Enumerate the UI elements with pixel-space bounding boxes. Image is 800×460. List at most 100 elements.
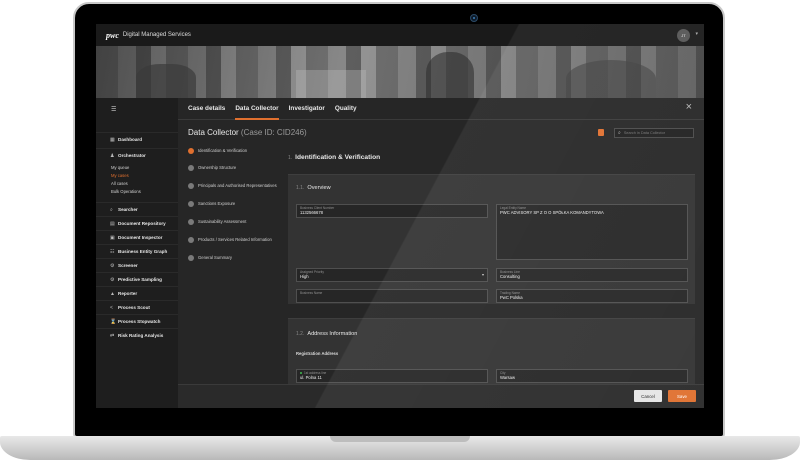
app-screen: pwc Digital Managed Services JT ▾ ☰ ▦ Da… bbox=[96, 24, 704, 408]
export-icon[interactable] bbox=[598, 129, 604, 136]
sidebar-item-predictive-sampling[interactable]: ⚙ Predictive Sampling bbox=[96, 272, 178, 286]
sidebar-item-business-entity-graph[interactable]: ☷ Business Entity Graph bbox=[96, 244, 178, 258]
step-label: Sanctions Exposure bbox=[198, 201, 236, 206]
step-indicator bbox=[188, 165, 194, 171]
sidebar-item-document-inspector[interactable]: ▣ Document Inspector bbox=[96, 230, 178, 244]
laptop-notch bbox=[330, 436, 470, 442]
sidebar-subitem-all-cases[interactable]: All cases bbox=[111, 181, 128, 186]
address-line-field[interactable]: 1st address line ul. Polna 11 bbox=[296, 369, 488, 383]
sidebar-item-process-scout[interactable]: < Process Scout bbox=[96, 300, 178, 314]
step-label: Identification & Verification bbox=[198, 148, 248, 153]
field-value: PwC Polska bbox=[500, 295, 523, 300]
section-number: 1. bbox=[288, 155, 293, 161]
chevron-down-icon: ▾ bbox=[481, 272, 484, 277]
main-panel: Case details Data Collector Investigator… bbox=[178, 98, 704, 408]
sidebar: ☰ ▦ Dashboard ♟ Orchestrator My queue My… bbox=[96, 98, 178, 408]
step-identification[interactable]: Identification & Verification bbox=[188, 148, 278, 154]
step-indicator bbox=[188, 219, 194, 225]
tab-quality[interactable]: Quality bbox=[335, 98, 357, 120]
step-label: Sustainability Assessment bbox=[198, 219, 247, 224]
step-principals[interactable]: Principals and Authorised Representative… bbox=[188, 183, 278, 189]
transfer-icon: ⇄ bbox=[110, 332, 115, 339]
sidebar-item-label: Orchestrator bbox=[118, 153, 146, 158]
sidebar-item-dashboard[interactable]: ▦ Dashboard bbox=[96, 132, 178, 146]
chevron-down-icon[interactable]: ▾ bbox=[695, 31, 698, 37]
cancel-button[interactable]: Cancel bbox=[634, 390, 662, 402]
search-icon: ⌕ bbox=[110, 206, 113, 213]
sidebar-item-process-stopwatch[interactable]: ⌛ Process Stopwatch bbox=[96, 314, 178, 328]
subsection-title-text: Overview bbox=[307, 185, 331, 191]
page-title-text: Data Collector bbox=[188, 128, 239, 137]
sidebar-item-reporter[interactable]: ▲ Reporter bbox=[96, 286, 178, 300]
sidebar-item-label: Screener bbox=[118, 263, 138, 268]
sidebar-item-screener[interactable]: ⚙ Screener bbox=[96, 258, 178, 272]
gear-icon: ⚙ bbox=[110, 276, 115, 283]
hourglass-icon: ⌛ bbox=[110, 318, 117, 325]
business-client-number-field[interactable]: Business Client Number 1132566678 bbox=[296, 204, 488, 218]
sidebar-item-label: Dashboard bbox=[118, 137, 142, 142]
step-indicator bbox=[188, 183, 194, 189]
sidebar-subitem-my-queue[interactable]: My queue bbox=[111, 165, 129, 170]
step-sanctions[interactable]: Sanctions Exposure bbox=[188, 201, 278, 207]
sidebar-item-label: Predictive Sampling bbox=[118, 277, 162, 282]
chart-icon: ▲ bbox=[110, 290, 115, 297]
trading-name-field[interactable]: Trading Name PwC Polska bbox=[496, 289, 688, 303]
required-dot-icon bbox=[300, 372, 302, 375]
sidebar-item-label: Reporter bbox=[118, 291, 138, 296]
tab-investigator[interactable]: Investigator bbox=[289, 98, 325, 120]
field-value: PWC ADVISORY SP Z O O SPÓŁKA KOMANDYTOWA bbox=[500, 210, 604, 215]
field-value: Consulting bbox=[500, 274, 520, 279]
city-field[interactable]: City Warsaw bbox=[496, 369, 688, 383]
sidebar-subitem-my-cases[interactable]: My cases bbox=[111, 173, 129, 178]
step-indicator bbox=[188, 237, 194, 243]
step-label: Ownership Structure bbox=[198, 165, 237, 170]
webcam bbox=[470, 14, 478, 22]
tab-data-collector[interactable]: Data Collector bbox=[235, 98, 279, 120]
assigned-priority-select[interactable]: Assigned Priority High ▾ bbox=[296, 268, 488, 282]
sidebar-item-orchestrator[interactable]: ♟ Orchestrator bbox=[96, 148, 178, 162]
sidebar-item-label: Process Stopwatch bbox=[118, 319, 161, 324]
section-title-text: Identification & Verification bbox=[295, 154, 381, 161]
field-value: High bbox=[300, 274, 309, 279]
step-ownership[interactable]: Ownership Structure bbox=[188, 165, 278, 171]
header-banner-image bbox=[96, 46, 704, 98]
search-input[interactable] bbox=[623, 131, 690, 135]
field-value: Warsaw bbox=[500, 375, 515, 380]
business-name-field[interactable]: Business Name bbox=[296, 289, 488, 303]
sidebar-item-searcher[interactable]: ⌕ Searcher bbox=[96, 202, 178, 216]
tab-case-details[interactable]: Case details bbox=[188, 98, 225, 120]
step-products[interactable]: Products / Services Related Information bbox=[188, 237, 278, 243]
brand-logo[interactable]: pwc bbox=[106, 31, 119, 40]
gear-icon: ⚙ bbox=[110, 262, 115, 269]
page-title: Data Collector (Case ID: CID246) bbox=[188, 128, 307, 137]
case-id: (Case ID: CID246) bbox=[240, 128, 307, 137]
search-icon: ⌕ bbox=[618, 130, 621, 136]
document-icon: ▤ bbox=[110, 220, 115, 227]
business-line-field[interactable]: Business Line Consulting bbox=[496, 268, 688, 282]
step-general-summary[interactable]: General Summary bbox=[188, 255, 278, 261]
overview-card: 1.1. Overview Business Client Number 1132… bbox=[288, 174, 695, 304]
subsection-number: 1.1. bbox=[296, 185, 305, 191]
close-icon[interactable]: × bbox=[686, 101, 692, 113]
sidebar-item-label: Business Entity Graph bbox=[118, 249, 168, 254]
avatar[interactable]: JT bbox=[677, 29, 690, 42]
subsection-number: 1.2. bbox=[296, 331, 305, 337]
subsection-title-text: Address Information bbox=[307, 331, 358, 337]
sidebar-item-risk-rating-analysis[interactable]: ⇄ Risk Rating Analysis bbox=[96, 328, 178, 342]
sidebar-subitem-bulk-operations[interactable]: Bulk Operations bbox=[111, 189, 141, 194]
inspector-icon: ▣ bbox=[110, 234, 115, 241]
step-label: General Summary bbox=[198, 255, 232, 260]
legal-entity-name-field[interactable]: Legal Entity Name PWC ADVISORY SP Z O O … bbox=[496, 204, 688, 260]
share-icon: < bbox=[110, 304, 113, 311]
step-sustainability[interactable]: Sustainability Assessment bbox=[188, 219, 278, 225]
step-indicator bbox=[188, 148, 194, 154]
hamburger-icon[interactable]: ☰ bbox=[111, 106, 116, 113]
sidebar-item-label: Searcher bbox=[118, 207, 138, 212]
field-label: Business Name bbox=[300, 291, 323, 295]
sidebar-item-label: Process Scout bbox=[118, 305, 150, 310]
user-icon: ♟ bbox=[110, 152, 115, 159]
graph-icon: ☷ bbox=[110, 248, 115, 255]
step-indicator bbox=[188, 201, 194, 207]
sidebar-item-document-repository[interactable]: ▤ Document Repository bbox=[96, 216, 178, 230]
save-button[interactable]: Save bbox=[668, 390, 696, 402]
